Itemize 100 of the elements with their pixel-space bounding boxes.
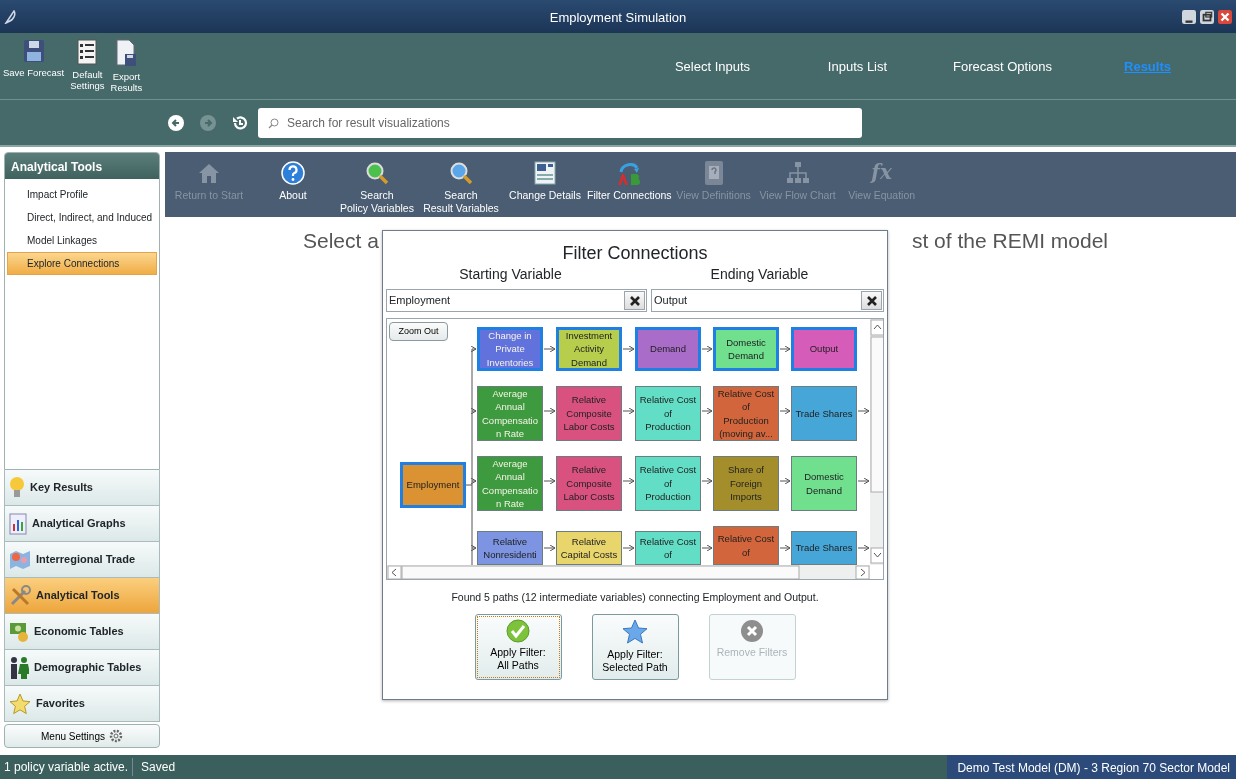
variable-node[interactable]: Domestic Demand xyxy=(713,327,779,371)
close-icon xyxy=(865,294,878,307)
sidebar-section[interactable]: Interregional Trade xyxy=(4,542,160,578)
sidebar-section[interactable]: Demographic Tables xyxy=(4,650,160,686)
sidebar-section[interactable]: Favorites xyxy=(4,686,160,722)
clear-button[interactable] xyxy=(624,291,646,310)
variable-node[interactable]: Demand xyxy=(635,327,701,371)
arrow xyxy=(857,477,870,485)
variable-node[interactable]: Relative Cost of Production xyxy=(635,386,701,441)
restore-button[interactable] xyxy=(1200,9,1214,24)
flowchart-icon xyxy=(785,160,810,186)
history-icon[interactable] xyxy=(232,114,248,131)
variable-node[interactable]: Trade Shares xyxy=(791,386,857,441)
dialog-title: Filter Connections xyxy=(561,242,709,264)
ab-arrow-icon xyxy=(616,160,643,186)
model-name: Demo Test Model (DM) - 3 Region 70 Sector Model xyxy=(947,755,1236,779)
sidebar-section[interactable]: Analytical Graphs xyxy=(4,506,160,542)
toolbar-button[interactable]: Search Result Variables xyxy=(419,152,503,217)
panel-header: Analytical Tools xyxy=(5,153,159,179)
arrow xyxy=(543,477,556,485)
variable-node[interactable]: Relative Cost of Production (moving av... xyxy=(713,386,779,441)
toolbar-button[interactable]: Filter Connections xyxy=(587,152,672,217)
arrow xyxy=(857,544,870,552)
arrow xyxy=(779,407,791,415)
sidebar-section[interactable]: Economic Tables xyxy=(4,614,160,650)
arrow xyxy=(622,477,635,485)
toolbar-button[interactable]: About xyxy=(251,152,335,217)
arrow xyxy=(543,407,556,415)
arrow xyxy=(622,407,635,415)
headline-text: st of the REMI model xyxy=(911,228,1108,254)
field-label: Ending Variable xyxy=(709,265,810,284)
check-icon xyxy=(506,618,530,643)
variable-field[interactable]: Employment xyxy=(386,289,648,312)
ribbon-button[interactable]: Default Settings xyxy=(67,33,108,91)
checklist-icon xyxy=(77,39,98,65)
variable-node[interactable]: Average Annual Compensatio n Rate xyxy=(477,456,543,511)
ribbon-button[interactable]: Export Results xyxy=(107,33,146,93)
search-icon xyxy=(268,117,279,129)
close-button[interactable] xyxy=(1218,9,1232,24)
variable-node[interactable]: Relative Cost of xyxy=(635,531,701,565)
variable-node[interactable]: Investment Activity Demand xyxy=(556,327,622,371)
sidebar-section[interactable]: Analytical Tools xyxy=(4,578,160,614)
clear-button[interactable] xyxy=(861,291,882,310)
variable-field[interactable]: Output xyxy=(651,289,884,312)
gear-icon xyxy=(108,729,123,743)
close-icon xyxy=(628,294,641,307)
variable-node[interactable]: Change in Private Inventories xyxy=(477,327,543,371)
status-message: 1 policy variable active. xyxy=(3,759,130,776)
variable-node[interactable]: Domestic Demand xyxy=(791,456,857,511)
sidebar-item[interactable]: Impact Profile xyxy=(7,183,157,206)
variable-node[interactable]: Relative Composite Labor Costs xyxy=(556,386,622,441)
search-field[interactable]: Search for result visualizations xyxy=(258,107,862,138)
variable-node[interactable]: Relative Nonresidenti xyxy=(477,531,543,565)
variable-node[interactable]: Trade Shares xyxy=(791,531,857,565)
sidebar-item[interactable]: Explore Connections xyxy=(7,252,157,275)
variable-node[interactable]: Relative Capital Costs xyxy=(556,531,622,565)
help-icon xyxy=(281,160,305,186)
magnifier-icon xyxy=(449,160,473,186)
variable-node[interactable]: Relative Composite Labor Costs xyxy=(556,456,622,511)
nav-link[interactable]: Select Inputs xyxy=(640,56,785,77)
variable-node[interactable]: Share of Foreign Imports xyxy=(713,456,779,511)
menu-settings-button[interactable]: Menu Settings xyxy=(4,724,160,748)
toolbar-button[interactable]: Change Details xyxy=(503,152,587,217)
arrow xyxy=(701,544,713,552)
variable-node[interactable]: Average Annual Compensatio n Rate xyxy=(477,386,543,441)
horizontal-scrollbar[interactable] xyxy=(387,565,870,579)
variable-node[interactable]: Relative Cost of xyxy=(713,526,779,565)
map-pin-icon xyxy=(9,548,31,571)
arrow xyxy=(701,477,713,485)
filter-button[interactable]: Apply Filter: Selected Path xyxy=(591,613,679,680)
nav-link[interactable]: Inputs List xyxy=(785,56,930,77)
arrow xyxy=(857,407,870,415)
zoom-out-button[interactable]: Zoom Out xyxy=(389,322,448,341)
arrow xyxy=(543,345,556,353)
filter-button[interactable]: Apply Filter: All Paths xyxy=(474,613,562,680)
field-label: Starting Variable xyxy=(458,265,563,284)
arrow xyxy=(543,544,556,552)
variable-node[interactable]: Relative Cost of Production xyxy=(635,456,701,511)
sidebar-section[interactable]: Key Results xyxy=(4,470,160,506)
ribbon-button[interactable]: Save Forecast xyxy=(0,33,68,78)
magnifier-icon xyxy=(365,160,389,186)
arrow xyxy=(622,544,635,552)
feather-icon xyxy=(4,9,16,24)
status-state: Saved xyxy=(132,758,184,776)
variable-node[interactable]: Employment xyxy=(400,462,466,508)
light-bulb-icon xyxy=(9,475,25,500)
sidebar-item[interactable]: Model Linkages xyxy=(7,229,157,252)
graph-icon xyxy=(9,512,27,535)
arrow xyxy=(701,345,713,353)
toolbar-button[interactable]: Search Policy Variables xyxy=(335,152,419,217)
sidebar-item[interactable]: Direct, Indirect, and Induced xyxy=(7,206,157,229)
tools-icon xyxy=(9,584,31,607)
fx-icon: fx xyxy=(871,160,892,186)
money-icon xyxy=(9,620,29,643)
question-book-icon xyxy=(703,160,724,186)
vertical-scrollbar[interactable] xyxy=(870,319,883,565)
nav-link[interactable]: Forecast Options xyxy=(930,56,1075,77)
minimize-button[interactable] xyxy=(1182,9,1196,24)
variable-node[interactable]: Output xyxy=(791,327,857,371)
remove-icon xyxy=(740,618,764,643)
